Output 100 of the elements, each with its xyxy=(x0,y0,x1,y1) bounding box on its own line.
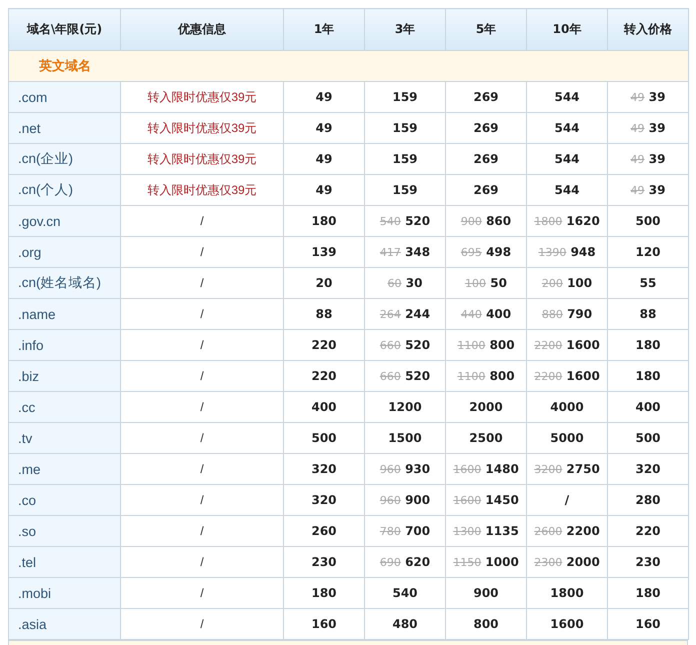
price-cell: 159 xyxy=(364,174,446,206)
price-cell: 159 xyxy=(364,144,446,174)
domain-cell: .cn(企业) xyxy=(8,144,120,174)
price-cell: 269 xyxy=(446,174,526,206)
price: 1000 xyxy=(485,555,519,569)
promo-cell: / xyxy=(120,546,284,578)
domain-cell: .cn(个人) xyxy=(8,174,120,206)
old-price: 1100 xyxy=(457,339,486,352)
old-price: 690 xyxy=(380,556,401,569)
old-price: 3200 xyxy=(534,463,562,476)
price-cell: 500 xyxy=(608,206,688,236)
price-cell: 269 xyxy=(446,112,526,144)
column-header: 3年 xyxy=(364,8,446,50)
domain-cell: .name xyxy=(8,298,120,330)
old-price: 100 xyxy=(465,277,486,290)
old-price: 200 xyxy=(542,277,563,290)
section-header: 英文域名 xyxy=(8,50,688,82)
old-price: 660 xyxy=(380,339,401,352)
price-cell: 180 xyxy=(284,206,364,236)
price-cell: 2000 xyxy=(446,392,526,422)
price-cell: 4000 xyxy=(526,392,608,422)
price-cell: 55 xyxy=(608,268,688,298)
domain-cell: .info xyxy=(8,330,120,360)
price-cell: 2500 xyxy=(446,422,526,454)
price-cell: 230 xyxy=(608,546,688,578)
price: 244 xyxy=(405,307,430,321)
old-price: 540 xyxy=(380,215,401,228)
domain-cell: .tel xyxy=(8,546,120,578)
price: 520 xyxy=(405,338,430,352)
price: 2000 xyxy=(566,555,600,569)
price: 400 xyxy=(486,307,512,321)
price: 39 xyxy=(648,183,666,197)
price-cell: / xyxy=(526,484,608,516)
price: 800 xyxy=(490,338,515,352)
old-price: 1390 xyxy=(538,246,566,259)
price-cell: 220 xyxy=(608,516,688,546)
old-price: 2300 xyxy=(534,556,562,569)
price-cell: 220 xyxy=(284,360,364,392)
domain-cell: .me xyxy=(8,454,120,484)
price-cell: 88 xyxy=(284,298,364,330)
price-cell: 900 xyxy=(446,578,526,608)
price-cell: 544 xyxy=(526,82,608,112)
price-cell: 159 xyxy=(364,112,446,144)
old-price: 780 xyxy=(380,525,401,538)
domain-cell: .biz xyxy=(8,360,120,392)
price-cell: 320 xyxy=(284,454,364,484)
price: 2200 xyxy=(566,524,600,538)
promo-cell: / xyxy=(120,422,284,454)
price-cell: 220 xyxy=(284,330,364,360)
price: 100 xyxy=(567,276,592,290)
price: 860 xyxy=(486,214,512,228)
old-price: 49 xyxy=(630,184,645,197)
price-cell: 49 xyxy=(284,174,364,206)
old-price: 695 xyxy=(460,246,482,259)
price: 520 xyxy=(405,369,430,383)
column-header: 1年 xyxy=(284,8,364,50)
domain-cell: .so xyxy=(8,516,120,546)
old-price: 1600 xyxy=(453,494,482,507)
price: 800 xyxy=(490,369,515,383)
price-cell: 260 xyxy=(284,516,364,546)
price-cell: 544 xyxy=(526,112,608,144)
domain-cell: .gov.cn xyxy=(8,206,120,236)
price-cell: 5000 xyxy=(526,422,608,454)
price-cell: 320 xyxy=(284,484,364,516)
price-cell: 159 xyxy=(364,82,446,112)
promo-cell: 转入限时优惠仅39元 xyxy=(120,112,284,144)
old-price: 2200 xyxy=(534,370,562,383)
price-cell: 49 xyxy=(284,112,364,144)
price: 1600 xyxy=(566,369,600,383)
column-header: 域名\年限(元) xyxy=(8,8,120,50)
price: 30 xyxy=(406,276,422,290)
price-cell: 400 xyxy=(284,392,364,422)
promo-cell: 转入限时优惠仅39元 xyxy=(120,144,284,174)
price-cell: 88 xyxy=(608,298,688,330)
promo-cell: / xyxy=(120,298,284,330)
price: 348 xyxy=(405,245,430,259)
price-cell: 500 xyxy=(284,422,364,454)
old-price: 1150 xyxy=(453,556,482,569)
domain-cell: .asia xyxy=(8,608,120,640)
price-cell: 180 xyxy=(284,578,364,608)
promo-cell: / xyxy=(120,206,284,236)
price: 700 xyxy=(405,524,430,538)
price-cell: 269 xyxy=(446,144,526,174)
promo-cell: / xyxy=(120,360,284,392)
price: 1600 xyxy=(566,338,600,352)
column-header: 优惠信息 xyxy=(120,8,284,50)
price-cell: 230 xyxy=(284,546,364,578)
promo-cell: / xyxy=(120,454,284,484)
domain-cell: .net xyxy=(8,112,120,144)
old-price: 264 xyxy=(380,308,401,321)
price: 1480 xyxy=(485,462,519,476)
old-price: 900 xyxy=(460,215,482,228)
promo-cell: / xyxy=(120,330,284,360)
old-price: 60 xyxy=(388,277,402,290)
price-cell: 49 xyxy=(284,82,364,112)
promo-cell: 转入限时优惠仅39元 xyxy=(120,174,284,206)
column-header: 10年 xyxy=(526,8,608,50)
old-price: 1300 xyxy=(453,525,482,538)
price: 948 xyxy=(570,245,596,259)
old-price: 960 xyxy=(380,494,401,507)
